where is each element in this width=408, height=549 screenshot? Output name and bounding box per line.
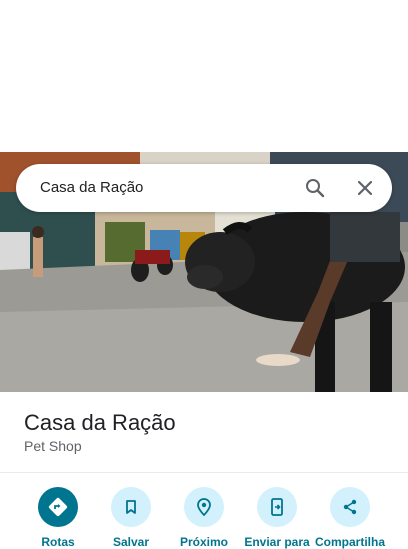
send-to-phone-label: Enviar para: [244, 535, 310, 549]
action-bar: Rotas Salvar Próximo Enviar para Compart…: [0, 473, 408, 549]
place-category: Pet Shop: [24, 438, 82, 454]
send-to-phone-button[interactable]: Enviar para: [237, 487, 317, 549]
search-input[interactable]: Casa da Ração: [40, 178, 143, 198]
save-label: Salvar: [112, 535, 150, 549]
nearby-label: Próximo: [179, 535, 228, 549]
blank-area: [0, 0, 408, 152]
share-button[interactable]: Compartilha: [310, 487, 390, 549]
close-icon[interactable]: [353, 176, 377, 200]
share-label: Compartilha: [314, 535, 385, 549]
place-info: Casa da Ração Pet Shop: [0, 392, 408, 472]
directions-button[interactable]: Rotas: [18, 487, 98, 549]
nearby-icon: [184, 487, 224, 527]
send-to-phone-icon: [257, 487, 297, 527]
share-icon: [330, 487, 370, 527]
directions-label: Rotas: [41, 535, 75, 549]
bookmark-icon: [111, 487, 151, 527]
directions-icon: [38, 487, 78, 527]
save-button[interactable]: Salvar: [91, 487, 171, 549]
nearby-button[interactable]: Próximo: [164, 487, 244, 549]
search-icon[interactable]: [303, 176, 327, 200]
place-name: Casa da Ração: [24, 410, 176, 435]
search-bar[interactable]: Casa da Ração: [16, 164, 392, 212]
